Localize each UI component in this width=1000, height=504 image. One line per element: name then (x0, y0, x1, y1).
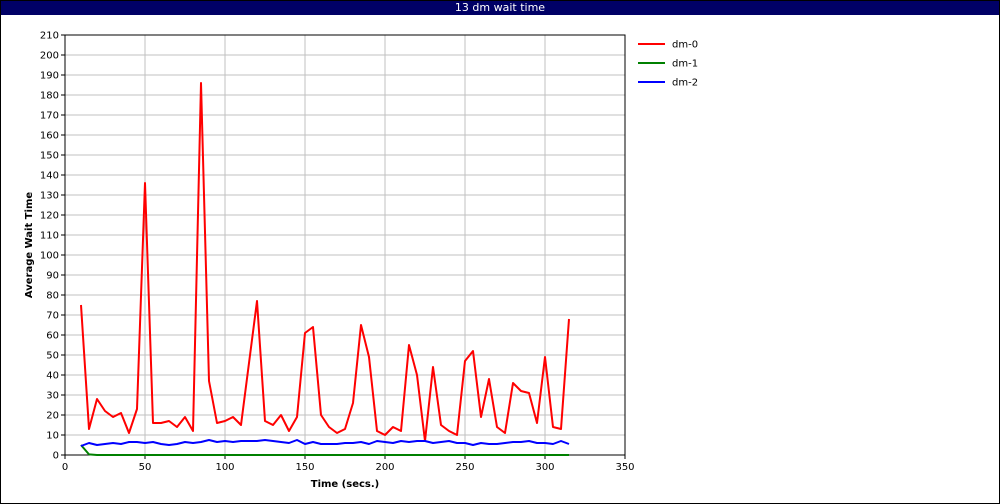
y-tick-label: 180 (40, 91, 59, 102)
y-tick-label: 140 (40, 171, 59, 182)
y-tick-label: 80 (46, 291, 59, 302)
y-tick-label: 90 (46, 271, 59, 282)
series-line-dm-0 (80, 82, 570, 442)
y-axis-label: Average Wait Time (24, 192, 35, 299)
y-axis-ticks: 0 10 20 30 40 50 60 70 80 90 100 110 120 130 140 150 160… (40, 31, 65, 462)
y-tick-label: 70 (46, 311, 59, 322)
y-tick-label: 120 (40, 211, 59, 222)
line-chart: 0 10 20 30 40 50 60 70 80 90 100 110 120 130 140 150 160… (24, 31, 698, 491)
x-tick-label: 350 (615, 462, 634, 473)
x-tick-label: 50 (139, 462, 152, 473)
y-tick-label: 130 (40, 191, 59, 202)
legend-label: dm-2 (672, 78, 698, 89)
y-tick-label: 210 (40, 31, 59, 42)
y-tick-label: 150 (40, 151, 59, 162)
x-tick-label: 100 (215, 462, 234, 473)
x-axis-ticks: 0 50 100 150 200 250 300 350 (62, 455, 635, 473)
series-line-dm-2 (80, 439, 570, 447)
y-tick-label: 40 (46, 371, 59, 382)
y-tick-label: 170 (40, 111, 59, 122)
x-tick-label: 0 (62, 462, 68, 473)
x-tick-label: 150 (295, 462, 314, 473)
x-axis-label: Time (secs.) (311, 479, 380, 490)
y-tick-label: 160 (40, 131, 59, 142)
series-lines (80, 82, 570, 456)
y-tick-label: 200 (40, 51, 59, 62)
legend: dm-0 dm-1 dm-2 (638, 40, 698, 89)
y-tick-label: 0 (53, 451, 59, 462)
y-tick-label: 190 (40, 71, 59, 82)
y-tick-label: 100 (40, 251, 59, 262)
y-tick-label: 20 (46, 411, 59, 422)
y-tick-label: 10 (46, 431, 59, 442)
series-line-dm-1 (80, 444, 569, 456)
x-tick-label: 200 (375, 462, 394, 473)
legend-label: dm-1 (672, 59, 698, 70)
x-tick-label: 300 (535, 462, 554, 473)
legend-label: dm-0 (672, 40, 698, 51)
y-tick-label: 110 (40, 231, 59, 242)
y-tick-label: 60 (46, 331, 59, 342)
y-tick-label: 50 (46, 351, 59, 362)
x-tick-label: 250 (455, 462, 474, 473)
y-tick-label: 30 (46, 391, 59, 402)
